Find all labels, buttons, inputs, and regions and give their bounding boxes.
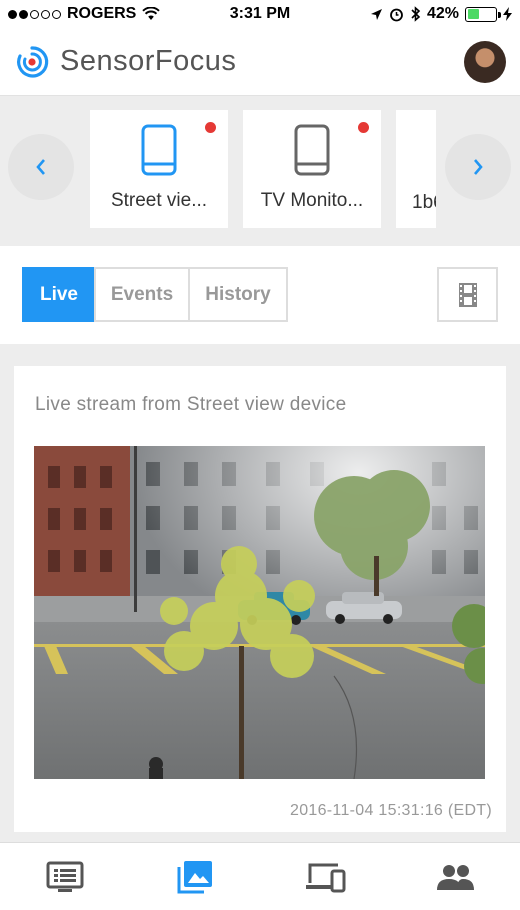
nav-people-button[interactable]: [425, 847, 485, 907]
device-card-tv-monitor[interactable]: TV Monito...: [243, 110, 381, 228]
alert-dot: [358, 122, 369, 133]
carousel-next-button[interactable]: [445, 134, 511, 200]
chevron-right-icon: [474, 159, 483, 175]
gallery-icon: [177, 860, 212, 893]
nav-list-button[interactable]: [35, 847, 95, 907]
devices-icon: [306, 863, 346, 892]
tab-events[interactable]: Events: [94, 267, 190, 322]
recordings-button[interactable]: [437, 267, 498, 322]
carousel-prev-button[interactable]: [8, 134, 74, 200]
device-card-street-view[interactable]: Street vie...: [90, 110, 228, 228]
live-video-feed[interactable]: [34, 446, 485, 779]
status-bar: ROGERS 3:31 PM 42%: [0, 0, 520, 28]
device-card-label: Street vie...: [110, 190, 208, 211]
bluetooth-icon: [411, 6, 421, 22]
nav-devices-button[interactable]: [295, 847, 355, 907]
film-icon: [458, 282, 477, 307]
bottom-nav: [0, 842, 520, 910]
device-card-partial[interactable]: 1b6: [396, 110, 436, 228]
signal-icon: [8, 9, 61, 19]
clock: 3:31 PM: [229, 5, 291, 22]
stream-title: Live stream from Street view device: [35, 394, 347, 415]
alarm-icon: [390, 8, 403, 21]
live-stream-card: Live stream from Street view device 2016…: [14, 366, 506, 832]
chevron-left-icon: [36, 159, 45, 175]
list-icon: [46, 861, 84, 892]
nav-gallery-button[interactable]: [165, 847, 225, 907]
battery-icon: [465, 6, 501, 22]
view-tabs: Live Events History: [22, 267, 288, 322]
avatar[interactable]: [464, 40, 506, 83]
people-icon: [437, 864, 474, 890]
location-arrow-icon: [370, 8, 382, 20]
tab-live[interactable]: Live: [22, 267, 96, 322]
street-scene-image: [34, 446, 485, 779]
tab-history[interactable]: History: [188, 267, 288, 322]
app-header: SensorFocus: [0, 28, 520, 96]
alert-dot: [205, 122, 216, 133]
wifi-icon: [142, 7, 161, 20]
phone-icon: [141, 124, 177, 176]
brand-title: SensorFocus: [60, 45, 237, 77]
view-tabs-bar: Live Events History: [0, 246, 520, 344]
charging-icon: [503, 7, 512, 21]
device-carousel: Street vie... TV Monito... 1b6: [0, 96, 520, 246]
battery-percent: 42%: [426, 5, 459, 22]
device-card-label: 1b6: [412, 192, 436, 213]
device-card-label: TV Monito...: [260, 190, 364, 211]
stream-timestamp: 2016-11-04 15:31:16 (EDT): [290, 802, 492, 819]
carrier-label: ROGERS: [67, 5, 137, 22]
phone-icon: [294, 124, 330, 176]
sensorfocus-logo-icon: [17, 45, 49, 78]
